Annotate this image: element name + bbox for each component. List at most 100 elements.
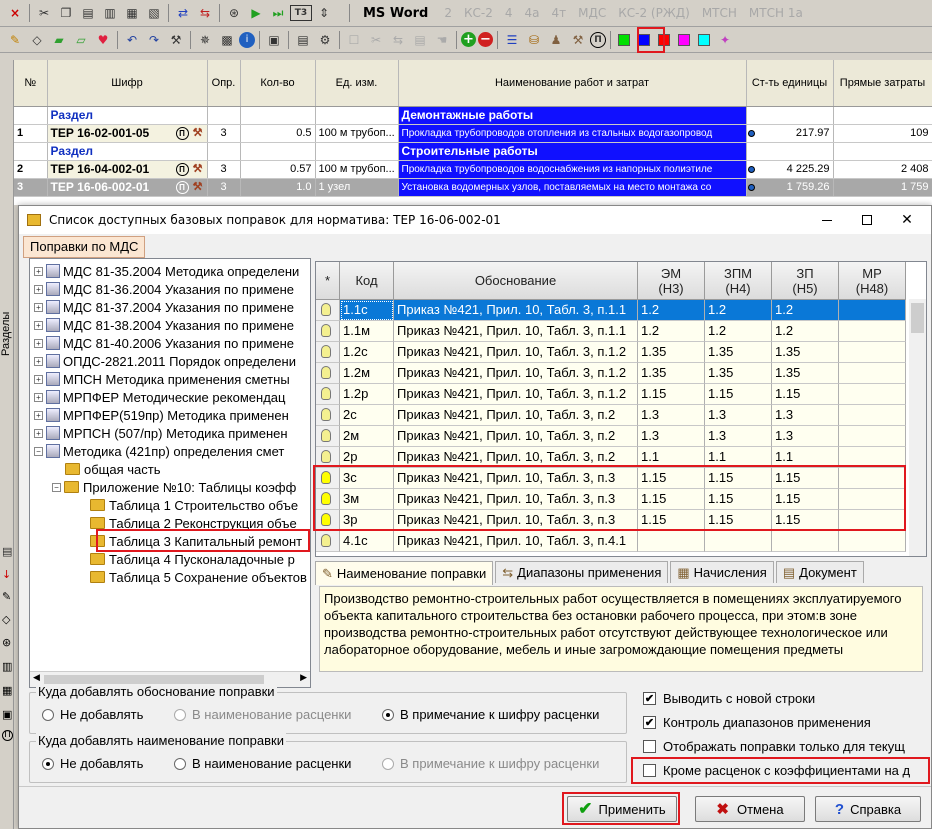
expand-icon[interactable]: + — [34, 338, 43, 348]
expand-icon[interactable]: + — [34, 302, 43, 312]
tree-node[interactable]: Таблица 2 Реконструкция объе — [90, 514, 297, 532]
check-range-control[interactable]: ✔ Контроль диапазонов применения — [643, 715, 871, 730]
mtsn-label[interactable]: МТСН — [702, 6, 737, 20]
play-icon[interactable]: ▶ — [246, 3, 266, 23]
basis-radio-name[interactable]: В наименование расценки — [174, 707, 351, 722]
row-marker[interactable] — [316, 384, 340, 405]
row-marker[interactable] — [316, 447, 340, 468]
check-new-line[interactable]: ✔ Выводить с новой строки — [643, 691, 815, 706]
spin-icon[interactable]: ⇕ — [314, 3, 334, 23]
plus-icon[interactable]: + — [461, 32, 476, 47]
grid-col-header[interactable]: Код — [340, 262, 394, 300]
tab-calculator[interactable]: ▦ Начисления — [670, 561, 774, 583]
step-icon[interactable]: ⏭ — [268, 3, 288, 23]
strip-icon-6[interactable]: ▦ — [2, 684, 12, 697]
grid-col-header[interactable]: * — [316, 262, 340, 300]
tree-node[interactable]: + МРПСН (507/пр) Методика применен — [34, 424, 288, 442]
main-row[interactable]: 1 ТЕР 16-02-001-05 П ⚒ 3 0.5 100 м трубоп... Пр… — [14, 124, 932, 143]
expand-icon[interactable]: + — [34, 320, 43, 330]
collapse-icon[interactable]: − — [34, 446, 43, 456]
row-marker[interactable] — [316, 363, 340, 384]
expand-icon[interactable]: + — [34, 284, 43, 294]
ms-word-label[interactable]: MS Word — [363, 6, 428, 21]
form-4-label[interactable]: 4 — [505, 6, 513, 20]
grid-row[interactable]: 1.2р Приказ №421, Прил. 10, Табл. 3, п.1.… — [316, 384, 906, 405]
row-marker[interactable] — [316, 342, 340, 363]
undo-icon[interactable]: ↶ — [122, 30, 142, 50]
clipboard-icon[interactable]: ▦ — [122, 3, 142, 23]
grid-row[interactable]: 1.2м Приказ №421, Прил. 10, Табл. 3, п.1.… — [316, 363, 906, 384]
strip-icon-3[interactable]: ◇ — [2, 613, 10, 626]
expand-icon[interactable]: + — [34, 374, 43, 384]
folder-up-icon[interactable]: ▰ — [49, 30, 69, 50]
calc-icon[interactable]: ▩ — [217, 30, 237, 50]
collapse-icon[interactable]: − — [52, 482, 61, 492]
main-row[interactable]: 3 ТЕР 16-06-002-01 П ⚒ 3 1.0 1 узел Установка в… — [14, 178, 932, 197]
grid-row[interactable]: 3с Приказ №421, Прил. 10, Табл. 3, п.3 1.1… — [316, 468, 906, 489]
expand-icon[interactable]: + — [34, 356, 43, 366]
magic-icon[interactable]: ✵ — [195, 30, 215, 50]
expand-icon[interactable]: + — [34, 392, 43, 402]
strip-icon-4[interactable]: ⊛ — [2, 636, 11, 649]
cancel-button[interactable]: ✖ Отмена — [695, 796, 805, 822]
copy-icon[interactable]: ❐ — [56, 3, 76, 23]
strip-pi-icon[interactable]: П — [2, 730, 13, 741]
form-4t-label[interactable]: 4т — [552, 6, 567, 20]
swap-alt-icon[interactable]: ⇆ — [195, 3, 215, 23]
adjustments-pi-icon[interactable]: П — [590, 31, 606, 48]
row-marker[interactable] — [316, 321, 340, 342]
grid-row[interactable]: 3м Приказ №421, Прил. 10, Табл. 3, п.3 1.1… — [316, 489, 906, 510]
main-col-header[interactable]: Кол-во — [240, 60, 316, 107]
ks2-label[interactable]: КС-2 — [464, 6, 493, 20]
main-col-header[interactable]: Опр. — [207, 60, 241, 107]
strip-icon-2[interactable]: ✎ — [2, 590, 11, 603]
info-icon[interactable]: i — [239, 31, 255, 48]
tree-node[interactable]: + МДС 81-36.2004 Указания по примене — [34, 280, 294, 298]
tree-node[interactable]: + МДС 81-35.2004 Методика определени — [34, 262, 299, 280]
worker-icon[interactable]: ♟ — [546, 30, 566, 50]
paste-icon[interactable]: ▤ — [78, 3, 98, 23]
grid-col-header[interactable]: ЭМ (Н3) — [638, 262, 705, 300]
grid-row[interactable]: 1.1с Приказ №421, Прил. 10, Табл. 3, п.1.… — [316, 300, 906, 321]
tree-node[interactable]: Таблица 1 Строительство объе — [90, 496, 298, 514]
tree-node[interactable]: + МДС 81-38.2004 Указания по примене — [34, 316, 294, 334]
basis-radio-none[interactable]: Не добавлять — [42, 707, 143, 722]
mds-label[interactable]: МДС — [578, 6, 606, 20]
row-marker[interactable] — [316, 510, 340, 531]
scroll-left-icon[interactable]: ◀ — [33, 673, 40, 683]
tree-node[interactable]: + МДС 81-37.2004 Указания по примене — [34, 298, 294, 316]
edit-icon[interactable]: ✎ — [5, 30, 25, 50]
swap-icon[interactable]: ⇄ — [173, 3, 193, 23]
row-marker[interactable] — [316, 468, 340, 489]
tree-node[interactable]: + МРПФЕР(519пр) Методика применен — [34, 406, 289, 424]
expand-icon[interactable]: + — [34, 410, 43, 420]
check-except-coeff[interactable]: Кроме расценок с коэффициентами на д — [643, 763, 910, 778]
row-marker[interactable] — [316, 489, 340, 510]
help-button[interactable]: ? Справка — [815, 796, 921, 822]
main-row[interactable]: Раздел Демонтажные работы — [14, 106, 932, 125]
lines-icon[interactable]: ☰ — [502, 30, 522, 50]
list-icon[interactable]: ▤ — [293, 30, 313, 50]
grid-row[interactable]: 2м Приказ №421, Прил. 10, Табл. 3, п.2 1.3… — [316, 426, 906, 447]
grid-col-header[interactable]: Обоснование — [394, 262, 638, 300]
tree-node[interactable]: − Приложение №10: Таблицы коэфф — [52, 478, 296, 496]
grid-row[interactable]: 2с Приказ №421, Прил. 10, Табл. 3, п.2 1.3… — [316, 405, 906, 426]
check-current-only[interactable]: Отображать поправки только для текущ — [643, 739, 905, 754]
row-marker[interactable] — [316, 300, 340, 321]
tree-node[interactable]: + МДС 81-40.2006 Указания по примене — [34, 334, 294, 352]
tab-pencil[interactable]: ✎ Наименование поправки — [315, 561, 494, 585]
tree-node[interactable]: + МРПФЕР Методические рекомендац — [34, 388, 285, 406]
tree-node[interactable]: + МПСН Методика применения сметны — [34, 370, 290, 388]
expand-icon[interactable]: + — [34, 266, 43, 276]
row-marker[interactable] — [316, 426, 340, 447]
ks2-rzhd-label[interactable]: КС-2 (РЖД) — [618, 6, 690, 20]
name-radio-name[interactable]: В наименование расценки — [174, 756, 351, 771]
document-icon[interactable]: ▣ — [264, 30, 284, 50]
tab-range[interactable]: ⇆ Диапазоны применения — [495, 561, 669, 583]
tree-node[interactable]: общая часть — [52, 460, 160, 478]
grid-scroll-thumb[interactable] — [911, 303, 924, 333]
hammer-icon[interactable]: ⚒ — [568, 30, 588, 50]
strip-arrow-icon[interactable]: ↓ — [2, 568, 11, 581]
red-swatch-icon[interactable] — [658, 33, 670, 46]
redo-icon[interactable]: ↷ — [144, 30, 164, 50]
